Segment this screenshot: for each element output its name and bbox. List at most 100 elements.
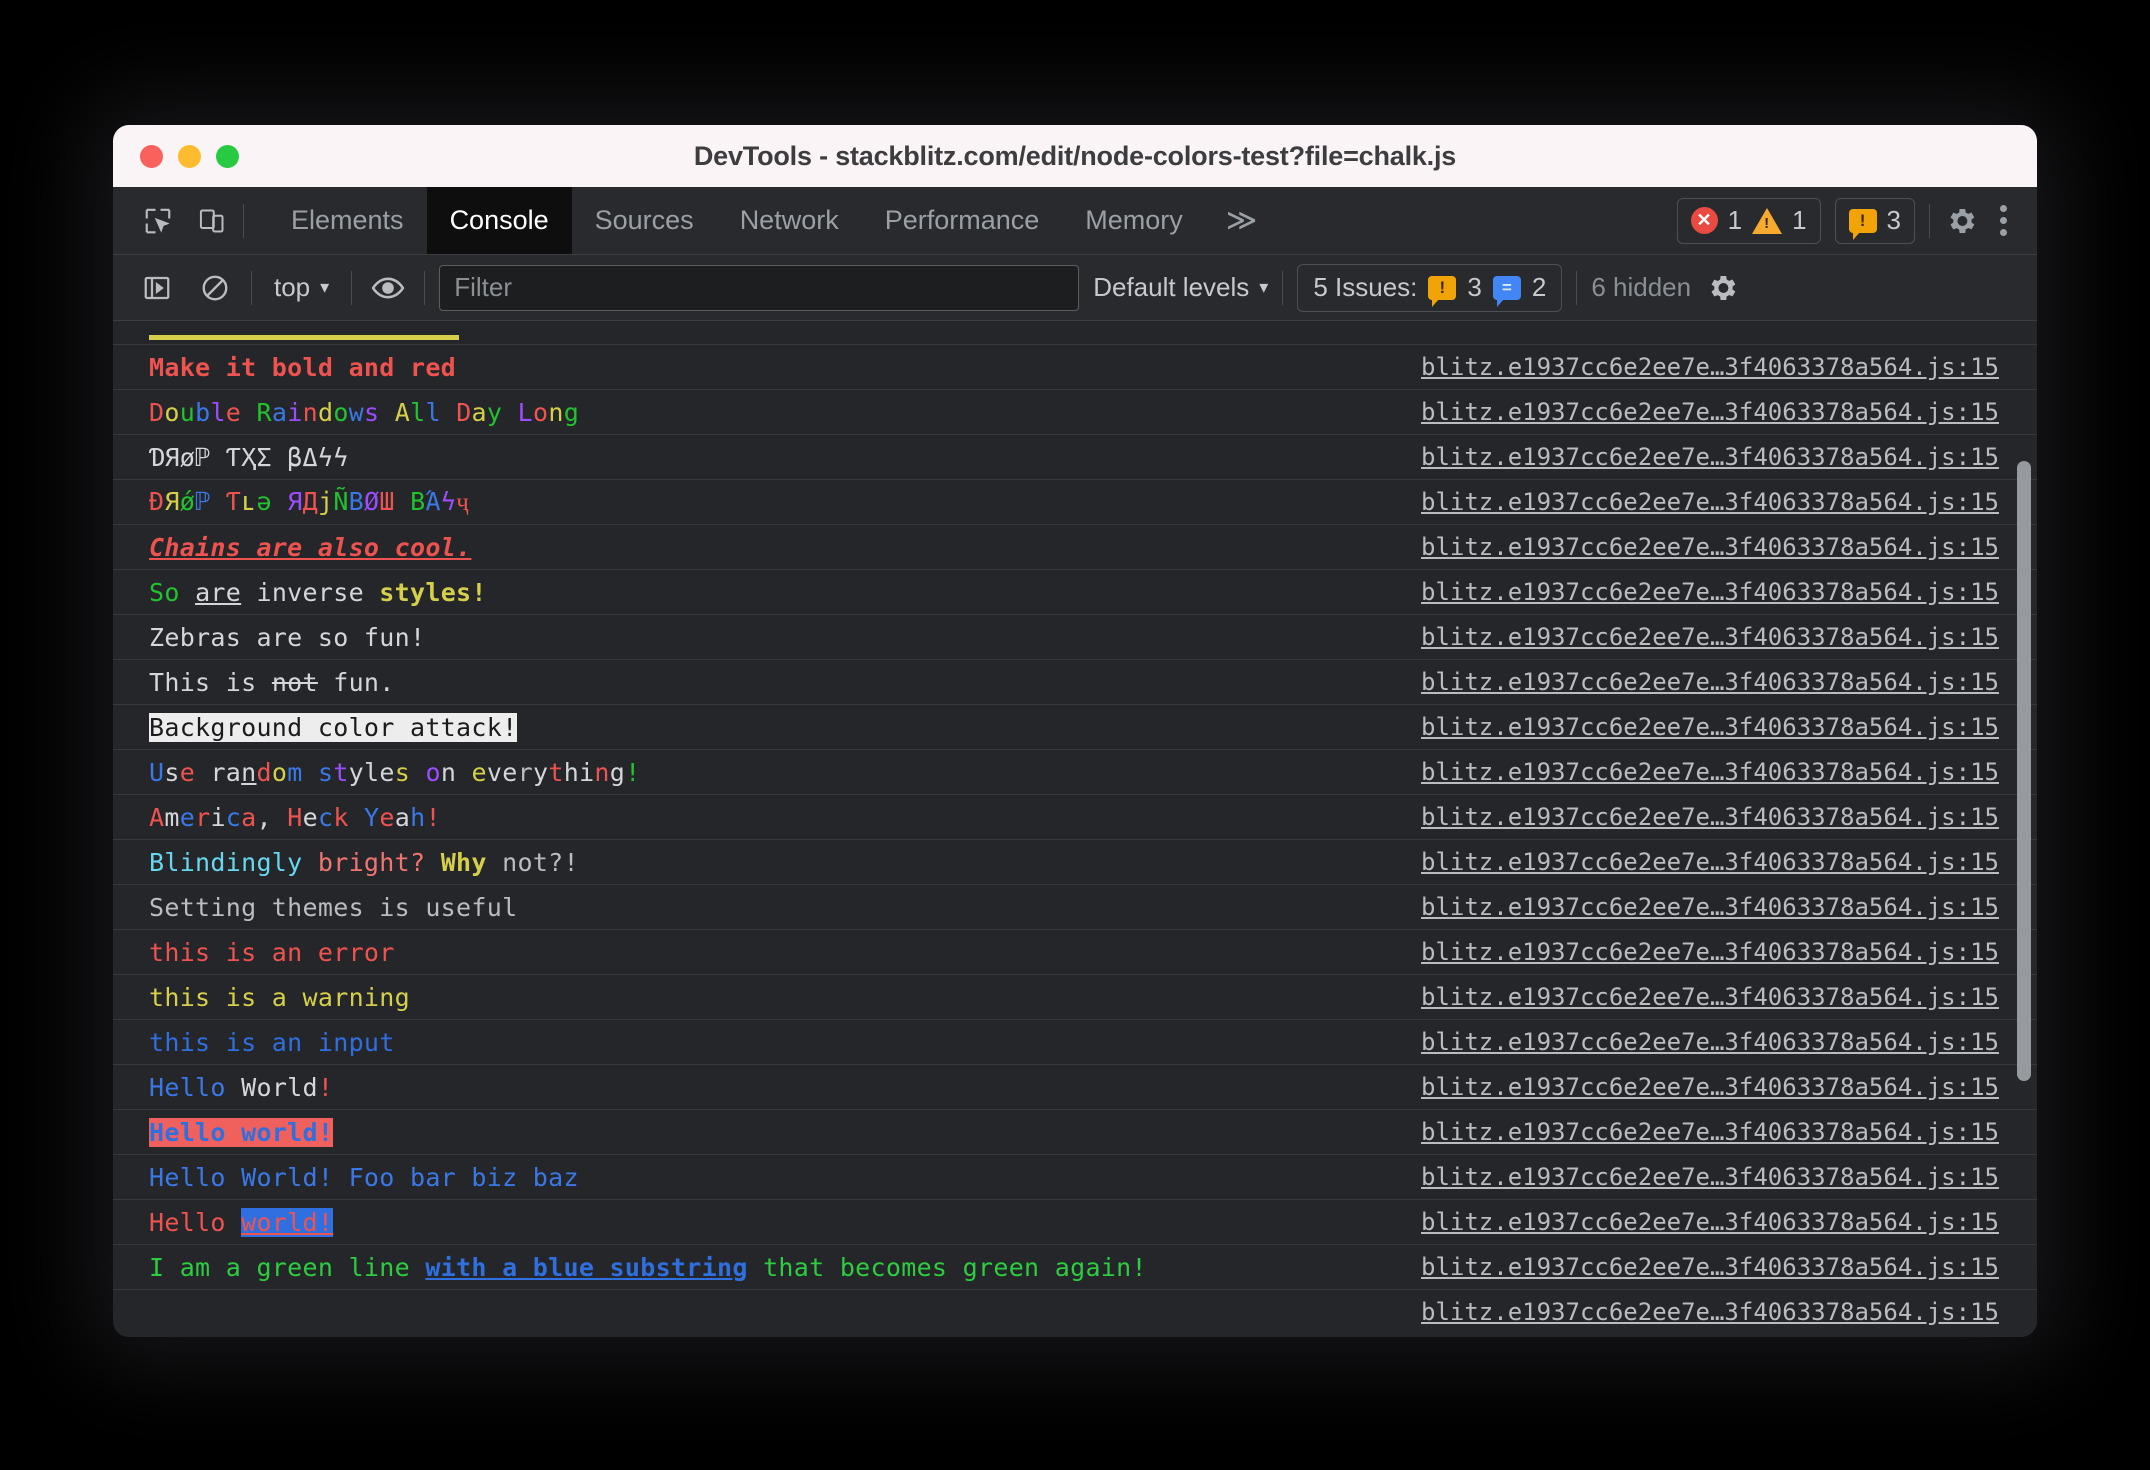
issues-label: 5 Issues: <box>1313 272 1418 302</box>
message-hello-world-blue-bg[interactable]: Hello world! blitz.e1937cc6e2ee7e…3f40633… <box>113 1200 2037 1245</box>
message-source-link[interactable]: blitz.e1937cc6e2ee7e…3f4063378a564.js:15 <box>1397 938 2037 966</box>
tool-icon-group <box>113 187 258 254</box>
tab-performance[interactable]: Performance <box>862 187 1063 254</box>
message-text: this is a warning <box>149 982 410 1012</box>
message-background-color-attack[interactable]: Background color attack! blitz.e1937cc6e2… <box>113 705 2037 750</box>
gear-icon[interactable] <box>1944 204 1978 238</box>
message-source-link[interactable]: blitz.e1937cc6e2ee7e…3f4063378a564.js:15 <box>1397 488 2037 516</box>
message-source-link[interactable]: blitz.e1937cc6e2ee7e…3f4063378a564.js:15 <box>1397 1118 2037 1146</box>
maximize-button[interactable] <box>216 144 239 168</box>
message-drop-the-rainbow-bass[interactable]: ÐЯǿℙ Ƭʟə ЯДјÑΒØШ ΒΆϟҷ blitz.e1937cc6e2ee7… <box>113 480 2037 525</box>
message-green-line-blue-substring[interactable]: I am a green line with a blue substring … <box>113 1245 2037 1290</box>
message-source-link[interactable]: blitz.e1937cc6e2ee7e…3f4063378a564.js:15 <box>1397 848 2037 876</box>
message-make-it-bold-and-red[interactable]: Make it bold and red blitz.e1937cc6e2ee7e… <box>113 345 2037 390</box>
message-source-link[interactable]: blitz.e1937cc6e2ee7e…3f4063378a564.js:15 <box>1397 668 2037 696</box>
chevron-down-icon: ▾ <box>1259 277 1269 297</box>
message-source-link[interactable]: blitz.e1937cc6e2ee7e…3f4063378a564.js:15 <box>1397 1253 2037 1281</box>
message-source-link[interactable]: blitz.e1937cc6e2ee7e…3f4063378a564.js:15 <box>1397 353 2037 381</box>
message-text: Chains are also cool. <box>149 532 472 562</box>
message-hello-world-red-bg[interactable]: Hello world! blitz.e1937cc6e2ee7e…3f40633… <box>113 1110 2037 1155</box>
log-levels-selector[interactable]: Default levels ▾ <box>1093 272 1268 303</box>
execution-context-selector[interactable]: top ▾ <box>266 272 337 303</box>
tab-console[interactable]: Console <box>426 187 572 254</box>
message-text: Background color attack! <box>149 712 518 742</box>
panel-tabs: Elements Console Sources Network Perform… <box>268 187 1277 254</box>
issues-summary[interactable]: 5 Issues: ! 3 = 2 <box>1297 263 1563 312</box>
live-expression-icon[interactable] <box>366 266 410 310</box>
issue-count: 3 <box>1886 205 1901 235</box>
window-title: DevTools - stackblitz.com/edit/node-colo… <box>693 140 1457 171</box>
message-zebras-are-so-fun[interactable]: Zebras are so fun! blitz.e1937cc6e2ee7e…3… <box>113 615 2037 660</box>
message-this-is-an-input[interactable]: this is an input blitz.e1937cc6e2ee7e…3f4… <box>113 1020 2037 1065</box>
message-source-link[interactable]: blitz.e1937cc6e2ee7e…3f4063378a564.js:15 <box>1397 533 2037 561</box>
close-button[interactable] <box>140 144 163 168</box>
console-message-area[interactable]: Make it bold and red blitz.e1937cc6e2ee7e… <box>113 321 2037 1337</box>
issue-info-icon: = <box>1492 275 1521 307</box>
filter-input[interactable] <box>439 264 1080 311</box>
message-source-link[interactable]: blitz.e1937cc6e2ee7e…3f4063378a564.js:15 <box>1397 803 2037 831</box>
kebab-menu-icon[interactable] <box>1992 205 2015 236</box>
warning-icon <box>1752 207 1783 234</box>
tab-sources[interactable]: Sources <box>572 187 717 254</box>
clear-console-icon[interactable] <box>193 266 237 310</box>
console-settings-icon[interactable] <box>1705 271 1739 305</box>
devtools-window: DevTools - stackblitz.com/edit/node-colo… <box>113 125 2037 1337</box>
more-tabs-icon[interactable]: ≫ <box>1206 187 1277 254</box>
console-toolbar-divider-4 <box>1282 270 1284 305</box>
partial-message-row <box>113 321 2037 345</box>
message-source-link[interactable]: blitz.e1937cc6e2ee7e…3f4063378a564.js:15 <box>1397 893 2037 921</box>
message-hello-world-foo-bar[interactable]: Hello World! Foo bar biz baz blitz.e1937c… <box>113 1155 2037 1200</box>
console-toolbar-divider-5 <box>1576 270 1578 305</box>
message-text: this is an error <box>149 937 395 967</box>
issues-badge[interactable]: ! 3 <box>1834 197 1915 244</box>
message-source-link[interactable]: blitz.e1937cc6e2ee7e…3f4063378a564.js:15 <box>1397 1208 2037 1236</box>
console-message-list: Make it bold and red blitz.e1937cc6e2ee7e… <box>113 321 2037 1337</box>
console-sidebar-icon[interactable] <box>135 266 179 310</box>
message-source-link[interactable]: blitz.e1937cc6e2ee7e…3f4063378a564.js:15 <box>1397 578 2037 606</box>
message-this-is-not-fun[interactable]: This is not fun. blitz.e1937cc6e2ee7e…3f4… <box>113 660 2037 705</box>
devtools-tab-bar: Elements Console Sources Network Perform… <box>113 187 2037 255</box>
message-america-heck-yeah[interactable]: America, Heck Yeah! blitz.e1937cc6e2ee7e…… <box>113 795 2037 840</box>
message-source-link[interactable]: blitz.e1937cc6e2ee7e…3f4063378a564.js:15 <box>1397 713 2037 741</box>
minimize-button[interactable] <box>178 144 201 168</box>
message-this-is-an-error[interactable]: this is an error blitz.e1937cc6e2ee7e…3f4… <box>113 930 2037 975</box>
message-drop-the-bass[interactable]: ƊЯøℙ ƬҲΣ βΔϟϟ blitz.e1937cc6e2ee7e…3f4063… <box>113 435 2037 480</box>
issue-warning-icon: ! <box>1428 275 1457 307</box>
error-icon: ✕ <box>1690 207 1718 234</box>
message-source-link[interactable]: blitz.e1937cc6e2ee7e…3f4063378a564.js:15 <box>1397 758 2037 786</box>
message-double-raindows[interactable]: Double Raindows All Day Long blitz.e1937c… <box>113 390 2037 435</box>
console-toolbar-divider-1 <box>251 270 252 305</box>
console-toolbar: top ▾ Default levels ▾ 5 Issues: ! 3 <box>113 255 2037 321</box>
message-source-link[interactable]: blitz.e1937cc6e2ee7e…3f4063378a564.js:15 <box>1397 1163 2037 1191</box>
message-so-are-inverse-styles[interactable]: So are inverse styles! blitz.e1937cc6e2ee… <box>113 570 2037 615</box>
log-levels-label: Default levels <box>1093 272 1250 302</box>
tab-elements[interactable]: Elements <box>268 187 427 254</box>
message-text: Zebras are so fun! <box>149 622 426 652</box>
title-bar: DevTools - stackblitz.com/edit/node-colo… <box>113 125 2037 187</box>
message-source-link[interactable]: blitz.e1937cc6e2ee7e…3f4063378a564.js:15 <box>1397 983 2037 1011</box>
message-text: Use random styles on everything! <box>149 757 641 787</box>
message-source-link[interactable]: blitz.e1937cc6e2ee7e…3f4063378a564.js:15 <box>1397 1073 2037 1101</box>
tab-memory[interactable]: Memory <box>1062 187 1206 254</box>
message-use-random-styles[interactable]: Use random styles on everything! blitz.e1… <box>113 750 2037 795</box>
message-blindingly-bright[interactable]: Blindingly bright? Why not?! blitz.e1937c… <box>113 840 2037 885</box>
message-chains-are-also-cool[interactable]: Chains are also cool. blitz.e1937cc6e2ee7… <box>113 525 2037 570</box>
message-this-is-a-warning[interactable]: this is a warning blitz.e1937cc6e2ee7e…3f… <box>113 975 2037 1020</box>
error-warning-badge[interactable]: ✕ 1 1 <box>1676 197 1821 244</box>
message-hello-world-blue[interactable]: Hello World! blitz.e1937cc6e2ee7e…3f40633… <box>113 1065 2037 1110</box>
warning-count: 1 <box>1792 205 1807 235</box>
hidden-messages-label: 6 hidden <box>1591 272 1692 302</box>
console-scrollbar[interactable] <box>2017 461 2031 1081</box>
message-setting-themes[interactable]: Setting themes is useful blitz.e1937cc6e2… <box>113 885 2037 930</box>
message-source-link[interactable]: blitz.e1937cc6e2ee7e…3f4063378a564.js:15 <box>1397 623 2037 651</box>
window-controls <box>140 144 239 168</box>
device-toolbar-icon[interactable] <box>189 198 235 244</box>
message-source-link[interactable]: blitz.e1937cc6e2ee7e…3f4063378a564.js:15 <box>1397 398 2037 426</box>
console-toolbar-divider-2 <box>351 270 353 305</box>
message-source-link[interactable]: blitz.e1937cc6e2ee7e…3f4063378a564.js:15 <box>1397 443 2037 471</box>
message-source-link[interactable]: blitz.e1937cc6e2ee7e…3f4063378a564.js:15 <box>1397 1028 2037 1056</box>
execution-context-label: top <box>274 272 311 302</box>
inspect-element-icon[interactable] <box>135 198 181 244</box>
message-source-link[interactable]: blitz.e1937cc6e2ee7e…3f4063378a564.js:15 <box>1397 1298 2037 1326</box>
tab-network[interactable]: Network <box>717 187 862 254</box>
